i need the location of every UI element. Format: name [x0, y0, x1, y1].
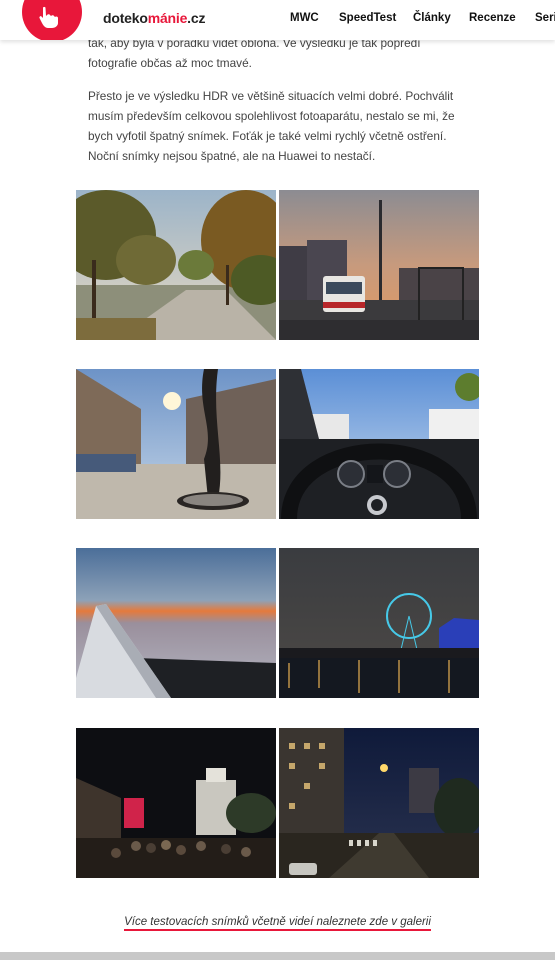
nav-item-clanky[interactable]: Články [413, 12, 451, 24]
london-eye-night-photo[interactable] [279, 548, 479, 698]
brand-part-2: mánie [147, 10, 188, 26]
city-sunset-bus-photo[interactable] [279, 190, 479, 340]
nav-item-serialy[interactable]: Seriá [535, 12, 555, 24]
nav-item-recenze[interactable]: Recenze [469, 12, 516, 24]
article-paragraph: Přesto je ve výsledku HDR ve většině sit… [88, 89, 455, 163]
gallery-link[interactable]: Více testovacích snímků včetně videí nal… [124, 916, 431, 931]
brand-part-1: doteko [103, 10, 148, 26]
nav-item-speedtest[interactable]: SpeedTest [339, 12, 396, 24]
gallery-link-container: Více testovacích snímků včetně videí nal… [0, 912, 555, 931]
footer-bar [0, 952, 555, 960]
car-dashboard-photo[interactable] [279, 369, 479, 519]
night-city-street-photo[interactable] [279, 728, 479, 878]
logo[interactable] [22, 0, 82, 40]
nav-item-mwc[interactable]: MWC [290, 12, 319, 24]
brand-part-3: .cz [187, 10, 206, 26]
site-header: dotekománie.cz MWC SpeedTest Články Rece… [0, 0, 555, 40]
park-autumn-photo[interactable] [76, 190, 276, 340]
site-brand[interactable]: dotekománie.cz [103, 10, 205, 26]
airplane-wing-sunset-photo[interactable] [76, 548, 276, 698]
night-crowd-street-photo[interactable] [76, 728, 276, 878]
hand-pointer-icon [39, 6, 58, 28]
square-sculpture-photo[interactable] [76, 369, 276, 519]
